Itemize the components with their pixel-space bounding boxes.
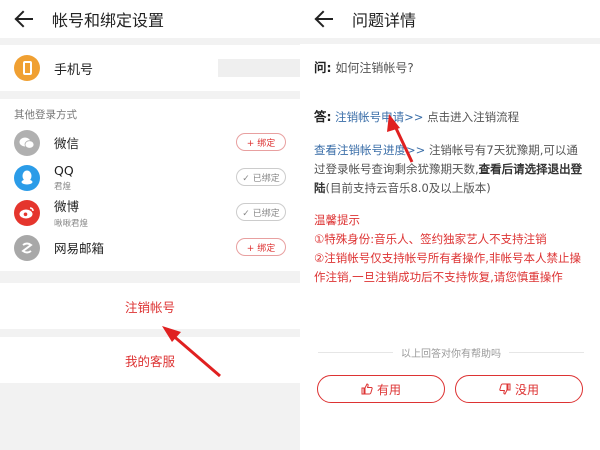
answer-text: 点击进入注销流程 — [427, 110, 520, 124]
page-title: 问题详情 — [352, 11, 417, 30]
login-nickname: 啾啾君煌 — [54, 219, 89, 229]
right-topbar: 问题详情 — [300, 0, 600, 38]
back-arrow-icon[interactable] — [14, 9, 34, 29]
phone-label: 手机号 — [54, 62, 94, 78]
answer-line: 答: 注销帐号申请>> 点击进入注销流程 — [314, 106, 586, 125]
login-name: 微博 — [54, 199, 80, 214]
helpful-no-button[interactable]: 没用 — [455, 375, 583, 403]
helpful-yes-label: 有用 — [376, 382, 401, 397]
thumb-down-icon — [499, 383, 511, 395]
bound-button-weibo[interactable]: ✓ 已绑定 — [236, 203, 286, 221]
bind-button-wechat[interactable]: + 绑定 — [236, 133, 286, 151]
helpful-yes-button[interactable]: 有用 — [317, 375, 445, 403]
question-label: 问: — [314, 60, 332, 75]
answer-label: 答: — [314, 109, 332, 124]
progress-paragraph: 查看注销帐号进度>> 注销帐号有7天犹豫期,可以通过登录帐号查询剩余犹豫期天数,… — [314, 141, 586, 198]
login-name: 网易邮箱 — [54, 241, 105, 256]
bind-button-mail[interactable]: + 绑定 — [236, 238, 286, 256]
qq-icon — [14, 164, 40, 191]
section-title: 其他登录方式 — [0, 99, 300, 125]
left-topbar: 帐号和绑定设置 — [0, 0, 300, 38]
cancel-apply-link[interactable]: 注销帐号申请>> — [335, 110, 423, 124]
tips-block: 温馨提示 ①特殊身份:音乐人、签约独家艺人不支持注销 ②注销帐号仅支持帐号所有者… — [314, 211, 586, 287]
phone-value-masked — [218, 59, 300, 77]
thumb-up-icon — [361, 383, 373, 395]
my-service-button[interactable]: 我的客服 — [0, 337, 300, 383]
back-arrow-icon[interactable] — [314, 9, 334, 29]
login-name: QQ — [54, 163, 74, 178]
progress-link[interactable]: 查看注销帐号进度>> — [314, 143, 425, 157]
phone-row[interactable]: 手机号 — [0, 45, 300, 91]
question-detail-panel: 问题详情 问: 如何注销帐号? 答: 注销帐号申请>> 点击进入注销流程 查看注… — [300, 0, 600, 450]
helpful-prompt-text: 以上回答对你有帮助吗 — [401, 349, 501, 360]
phone-icon — [14, 55, 40, 81]
question-text: 如何注销帐号? — [335, 61, 414, 75]
question-line: 问: 如何注销帐号? — [314, 57, 586, 76]
login-item-wechat[interactable]: 微信 + 绑定 — [0, 125, 300, 160]
login-item-netease-mail[interactable]: 网易邮箱 + 绑定 — [0, 230, 300, 265]
tip-item: ①特殊身份:音乐人、签约独家艺人不支持注销 — [314, 232, 547, 246]
cancel-account-button[interactable]: 注销帐号 — [0, 283, 300, 329]
mail-icon — [14, 234, 40, 261]
login-nickname: 君煌 — [54, 182, 72, 192]
tips-title: 温馨提示 — [314, 213, 360, 227]
weibo-icon — [14, 199, 40, 226]
login-name: 微信 — [54, 136, 80, 151]
helpful-no-label: 没用 — [514, 382, 539, 397]
helpful-prompt: 以上回答对你有帮助吗 — [318, 345, 584, 360]
tip-item: ②注销帐号仅支持帐号所有者操作,非帐号本人禁止操作注销,一旦注销成功后不支持恢复… — [314, 251, 581, 284]
page-title: 帐号和绑定设置 — [52, 11, 165, 30]
login-item-weibo[interactable]: 微博 啾啾君煌 ✓ 已绑定 — [0, 195, 300, 230]
progress-tail-text: (目前支持云音乐8.0及以上版本) — [325, 181, 491, 195]
account-binding-panel: 帐号和绑定设置 手机号 其他登录方式 微信 + 绑定 QQ 君煌 ✓ 已绑定 微… — [0, 0, 300, 450]
bound-button-qq[interactable]: ✓ 已绑定 — [236, 168, 286, 186]
login-item-qq[interactable]: QQ 君煌 ✓ 已绑定 — [0, 160, 300, 195]
wechat-icon — [14, 129, 40, 156]
login-method-list: 微信 + 绑定 QQ 君煌 ✓ 已绑定 微博 啾啾君煌 ✓ 已绑定 网易邮箱 +… — [0, 125, 300, 271]
